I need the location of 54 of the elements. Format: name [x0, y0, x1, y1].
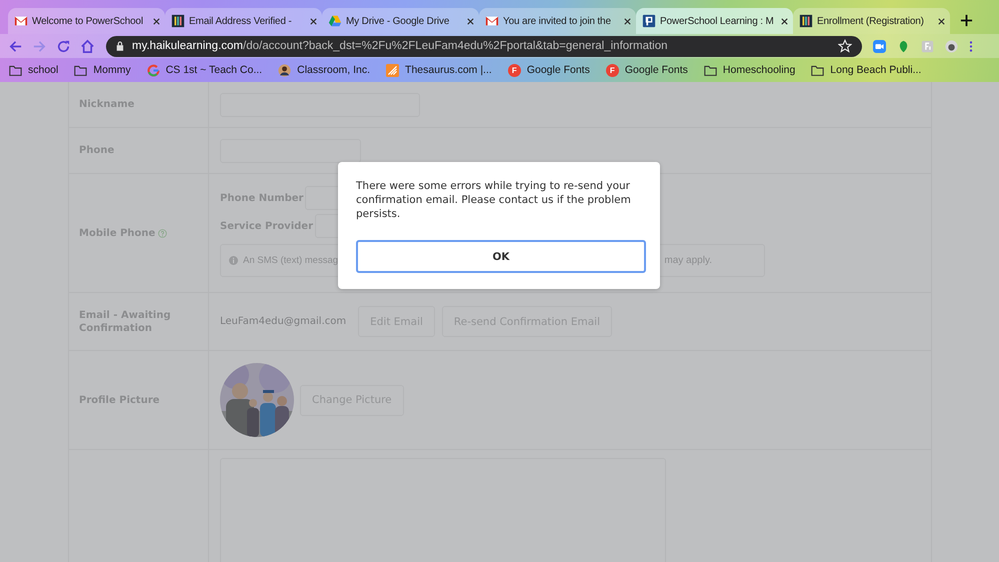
close-icon[interactable] — [466, 16, 475, 26]
app-icon — [171, 14, 185, 28]
bookmark[interactable]: Thesaurus.com |... — [386, 64, 492, 76]
bookmark[interactable]: Classroom, Inc. — [278, 64, 370, 76]
dialog-message: There were some errors while trying to re-send your confirmation email. Please contact us if the problem persists. — [356, 179, 632, 221]
google-icon — [146, 64, 160, 76]
address-bar[interactable]: my.haikulearning.com/do/account?back_dst=%2Fu%2FLeuFam4edu%2Fportal&tab=general_information — [106, 36, 862, 56]
bookmark[interactable]: F Google Fonts — [508, 64, 590, 76]
fonts-icon: F — [606, 64, 619, 76]
folder-icon — [9, 64, 22, 76]
folder-icon — [74, 64, 88, 76]
browser-tab[interactable]: You are invited to join the — [479, 8, 636, 34]
browser-tab[interactable]: Enrollment (Registration) — [793, 8, 950, 34]
url-path: /do/account?back_dst=%2Fu%2FLeuFam4edu%2Fportal&tab=general_information — [243, 40, 669, 52]
close-icon[interactable] — [937, 16, 946, 26]
url-host: my.haikulearning.com — [132, 40, 244, 52]
close-icon[interactable] — [623, 16, 632, 26]
folder-icon — [704, 64, 717, 76]
back-icon[interactable] — [8, 38, 23, 54]
close-icon[interactable] — [309, 16, 318, 26]
home-icon[interactable] — [80, 38, 95, 54]
bookmark[interactable]: Mommy — [74, 64, 131, 76]
new-tab-icon[interactable] — [960, 14, 973, 27]
info-icon — [229, 256, 238, 265]
email-value: LeuFam4edu@gmail.com — [220, 316, 346, 327]
app-icon — [386, 64, 400, 76]
bookmark[interactable]: Long Beach Publi... — [811, 64, 922, 76]
close-icon[interactable] — [152, 16, 161, 26]
mail-icon — [14, 14, 28, 28]
browser-tab[interactable]: Welcome to PowerSchool — [8, 8, 165, 34]
app-icon — [642, 14, 656, 28]
menu-icon[interactable] — [969, 40, 973, 52]
browser-tab[interactable]: PowerSchool Learning : M — [636, 8, 793, 34]
lock-icon — [116, 41, 124, 51]
close-icon[interactable] — [780, 16, 789, 26]
ok-button[interactable]: OK — [356, 240, 646, 273]
bookmark[interactable]: Homeschooling — [704, 64, 796, 76]
bookmark[interactable]: school — [9, 64, 58, 76]
text-field[interactable] — [220, 138, 361, 162]
person-icon — [278, 64, 292, 76]
video-camera-icon[interactable] — [873, 40, 886, 52]
avatar-icon[interactable] — [945, 40, 958, 52]
fonts-icon: F — [508, 64, 521, 76]
star-icon[interactable] — [838, 39, 852, 53]
browser-tab[interactable]: My Drive - Google Drive — [322, 8, 479, 34]
bookmark[interactable]: CS 1st ~ Teach Co... — [146, 64, 262, 76]
leaf-icon[interactable] — [897, 40, 910, 52]
browser-tab[interactable]: Email Address Verified - — [165, 8, 322, 34]
mail-icon — [485, 14, 499, 28]
drive-icon — [328, 14, 342, 28]
bookmark[interactable]: F Google Fonts — [606, 64, 688, 76]
app-icon — [799, 14, 813, 28]
folder-icon — [811, 64, 824, 76]
reload-icon[interactable] — [56, 38, 71, 54]
